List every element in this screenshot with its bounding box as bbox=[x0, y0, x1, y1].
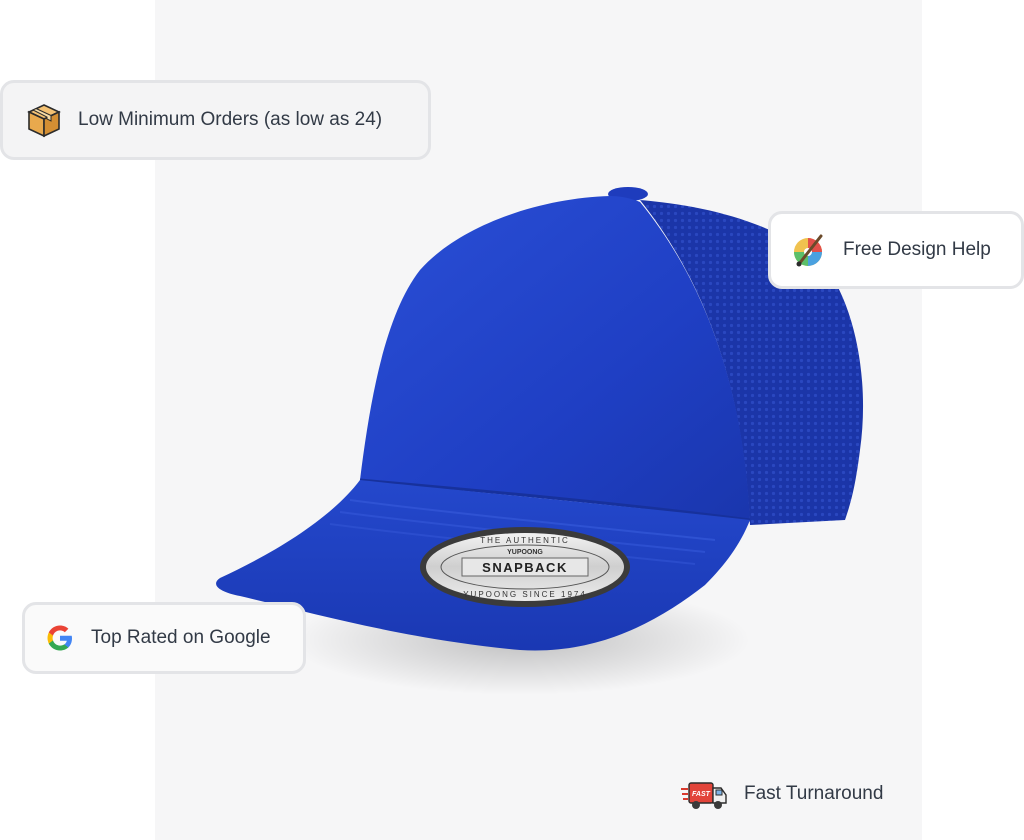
truck-text: FAST bbox=[692, 791, 711, 798]
patch-top-text: THE AUTHENTIC bbox=[480, 536, 570, 545]
feature-fast-turnaround: FAST Fast Turnaround bbox=[680, 775, 883, 813]
feature-badge-design-help: Free Design Help bbox=[768, 211, 1024, 289]
google-g-icon bbox=[47, 625, 72, 651]
feature-label-low-minimum: Low Minimum Orders (as low as 24) bbox=[78, 109, 383, 130]
feature-badge-low-minimum: Low Minimum Orders (as low as 24) bbox=[0, 80, 431, 160]
feature-badge-google-rating: Top Rated on Google bbox=[22, 602, 306, 674]
snapback-patch: THE AUTHENTIC YUPOONG SNAPBACK YUPOONG S… bbox=[420, 527, 630, 607]
feature-label-fast-turnaround: Fast Turnaround bbox=[744, 783, 884, 804]
patch-bottom-text: YUPOONG SINCE 1974 bbox=[463, 590, 587, 599]
feature-label-design-help: Free Design Help bbox=[843, 239, 991, 260]
patch-main-text: SNAPBACK bbox=[482, 560, 568, 575]
feature-label-google-rating: Top Rated on Google bbox=[91, 627, 271, 648]
patch-brand-text: YUPOONG bbox=[507, 549, 543, 556]
package-box-icon bbox=[27, 104, 61, 138]
delivery-truck-icon: FAST bbox=[681, 782, 727, 809]
paint-palette-icon bbox=[794, 234, 823, 267]
